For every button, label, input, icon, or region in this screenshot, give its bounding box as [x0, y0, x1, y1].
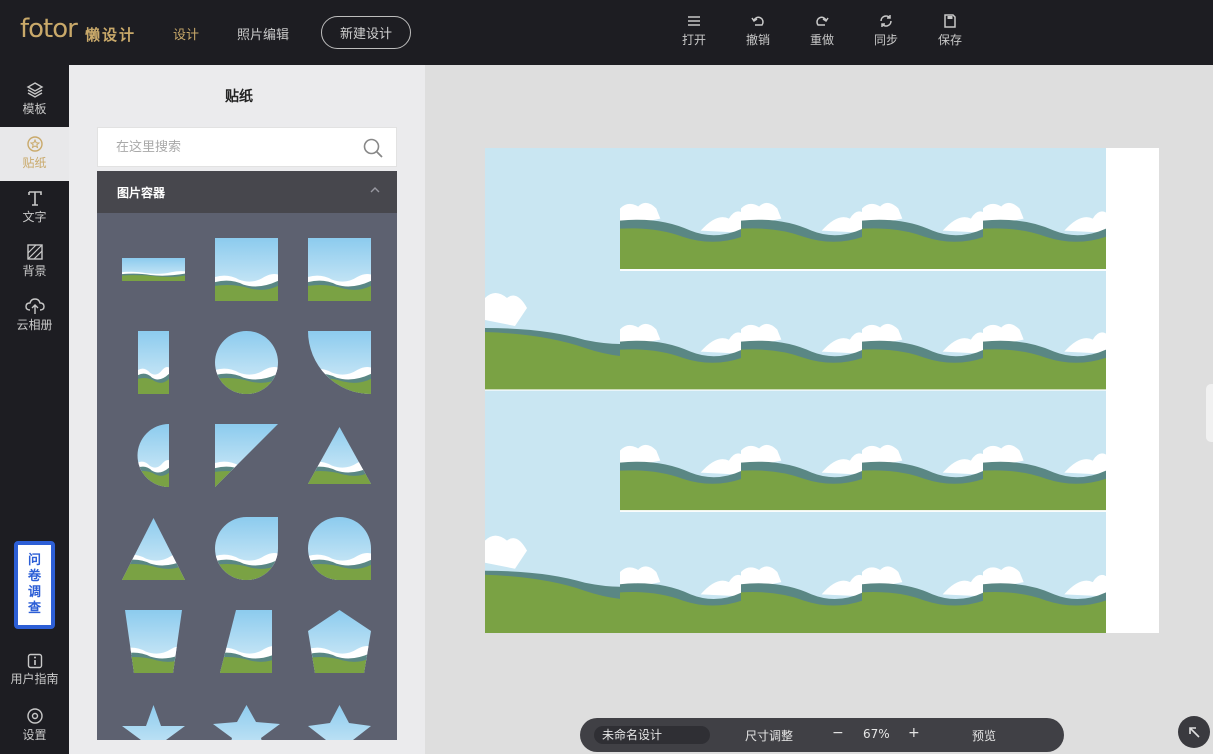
text-icon: [27, 191, 42, 206]
search-icon[interactable]: [362, 137, 384, 159]
zoom-level: 67%: [863, 727, 890, 741]
open-label: 打开: [681, 33, 706, 47]
sidebar-item-label: 背景: [22, 264, 47, 278]
layers-icon: [26, 82, 43, 98]
zoom-in-button[interactable]: +: [908, 725, 920, 741]
nav-design[interactable]: 设计: [173, 24, 199, 43]
sticker-right-triangle[interactable]: [200, 409, 293, 502]
chevron-up-icon[interactable]: [369, 185, 381, 195]
sidebar-item-label: 贴纸: [22, 156, 47, 170]
save-label: 保存: [937, 33, 962, 47]
search-input[interactable]: [116, 137, 346, 157]
sticker-star-rounded[interactable]: [293, 688, 386, 740]
sync-icon: [880, 15, 892, 27]
canvas-tile-left-top[interactable]: [485, 148, 620, 390]
sidebar-item-stickers[interactable]: 贴纸: [0, 127, 69, 181]
redo-button[interactable]: 重做: [797, 14, 847, 48]
sidebar-item-label: 文字: [22, 210, 47, 224]
canvas-tile-left-bottom[interactable]: [485, 390, 620, 633]
design-canvas[interactable]: [485, 148, 1159, 633]
sticker-wide-rectangle[interactable]: [107, 223, 200, 316]
open-button[interactable]: 打开: [669, 14, 719, 48]
category-header[interactable]: 图片容器: [97, 171, 397, 213]
collapse-button[interactable]: [1178, 716, 1210, 748]
new-design-button[interactable]: 新建设计: [321, 16, 411, 49]
survey-char: 查: [27, 601, 41, 616]
undo-label: 撤销: [745, 33, 770, 47]
arrow-up-left-icon: [1189, 727, 1200, 738]
sticker-star[interactable]: [107, 688, 200, 740]
sync-button[interactable]: 同步: [861, 14, 911, 48]
user-guide-label: 用户指南: [10, 672, 59, 686]
sticker-parallelogram[interactable]: [200, 595, 293, 688]
nav-photo-edit[interactable]: 照片编辑: [237, 24, 289, 43]
sidebar-item-cloud[interactable]: 云相册: [0, 289, 69, 343]
sticker-quarter-notch[interactable]: [293, 316, 386, 409]
sidebar-item-background[interactable]: 背景: [0, 235, 69, 289]
save-icon: [944, 14, 956, 28]
background-icon: [26, 244, 43, 260]
survey-char: 问: [27, 553, 41, 568]
sticker-pentagon[interactable]: [293, 595, 386, 688]
document-name[interactable]: 未命名设计: [594, 726, 710, 744]
top-bar: fotor 懒设计 设计 照片编辑 新建设计 打开 撤销 重做 同步 保存: [0, 0, 1213, 65]
sticker-panel: 贴纸 图片容器: [69, 65, 425, 754]
undo-button[interactable]: 撤销: [733, 14, 783, 48]
sticker-grid: [97, 213, 397, 740]
info-icon: [27, 653, 42, 669]
logo-subtitle: 懒设计: [85, 26, 137, 44]
settings-button[interactable]: 设置: [0, 699, 69, 753]
sticker-triangle[interactable]: [293, 409, 386, 502]
survey-char: 卷: [27, 569, 41, 584]
sticker-drop-left[interactable]: [200, 502, 293, 595]
sticker-half-circle[interactable]: [107, 409, 200, 502]
sidebar-item-label: 云相册: [16, 318, 53, 332]
sticker-tall-rectangle[interactable]: [107, 316, 200, 409]
settings-label: 设置: [22, 728, 47, 742]
sync-label: 同步: [873, 33, 898, 47]
preview-button[interactable]: 预览: [972, 727, 996, 744]
panel-title: 贴纸: [225, 89, 253, 105]
search-box: [97, 127, 397, 167]
sidebar-item-label: 模板: [22, 102, 47, 116]
survey-char: 调: [27, 585, 41, 600]
save-button[interactable]: 保存: [925, 14, 975, 48]
sticker-rounded-triangle[interactable]: [107, 502, 200, 595]
logo[interactable]: fotor: [20, 14, 78, 44]
sidebar-item-templates[interactable]: 模板: [0, 73, 69, 127]
sticker-square[interactable]: [200, 223, 293, 316]
right-panel-handle[interactable]: [1206, 384, 1213, 442]
sidebar-item-text[interactable]: 文字: [0, 181, 69, 235]
menu-icon: [688, 16, 700, 26]
bottom-toolbar: 未命名设计 尺寸调整 − 67% + 预览: [580, 718, 1064, 752]
sticker-trapezoid[interactable]: [107, 595, 200, 688]
sticker-square-alt[interactable]: [293, 223, 386, 316]
sticker-drop-bottom[interactable]: [293, 502, 386, 595]
undo-icon: [751, 16, 764, 26]
category-title: 图片容器: [117, 186, 166, 200]
cloud-upload-icon: [24, 298, 45, 314]
survey-button[interactable]: 问 卷 调 查: [14, 541, 55, 629]
redo-icon: [816, 16, 829, 26]
user-guide-button[interactable]: 用户指南: [0, 645, 69, 699]
redo-label: 重做: [809, 33, 834, 47]
left-sidebar: 模板 贴纸 文字 背景 云相册 问 卷 调 查 用户指南 设置: [0, 65, 69, 754]
sticker-icon: [26, 136, 43, 152]
resize-button[interactable]: 尺寸调整: [745, 727, 793, 744]
sticker-star-wide[interactable]: [200, 688, 293, 740]
gear-icon: [26, 708, 43, 724]
sticker-circle[interactable]: [200, 316, 293, 409]
zoom-out-button[interactable]: −: [832, 725, 844, 741]
